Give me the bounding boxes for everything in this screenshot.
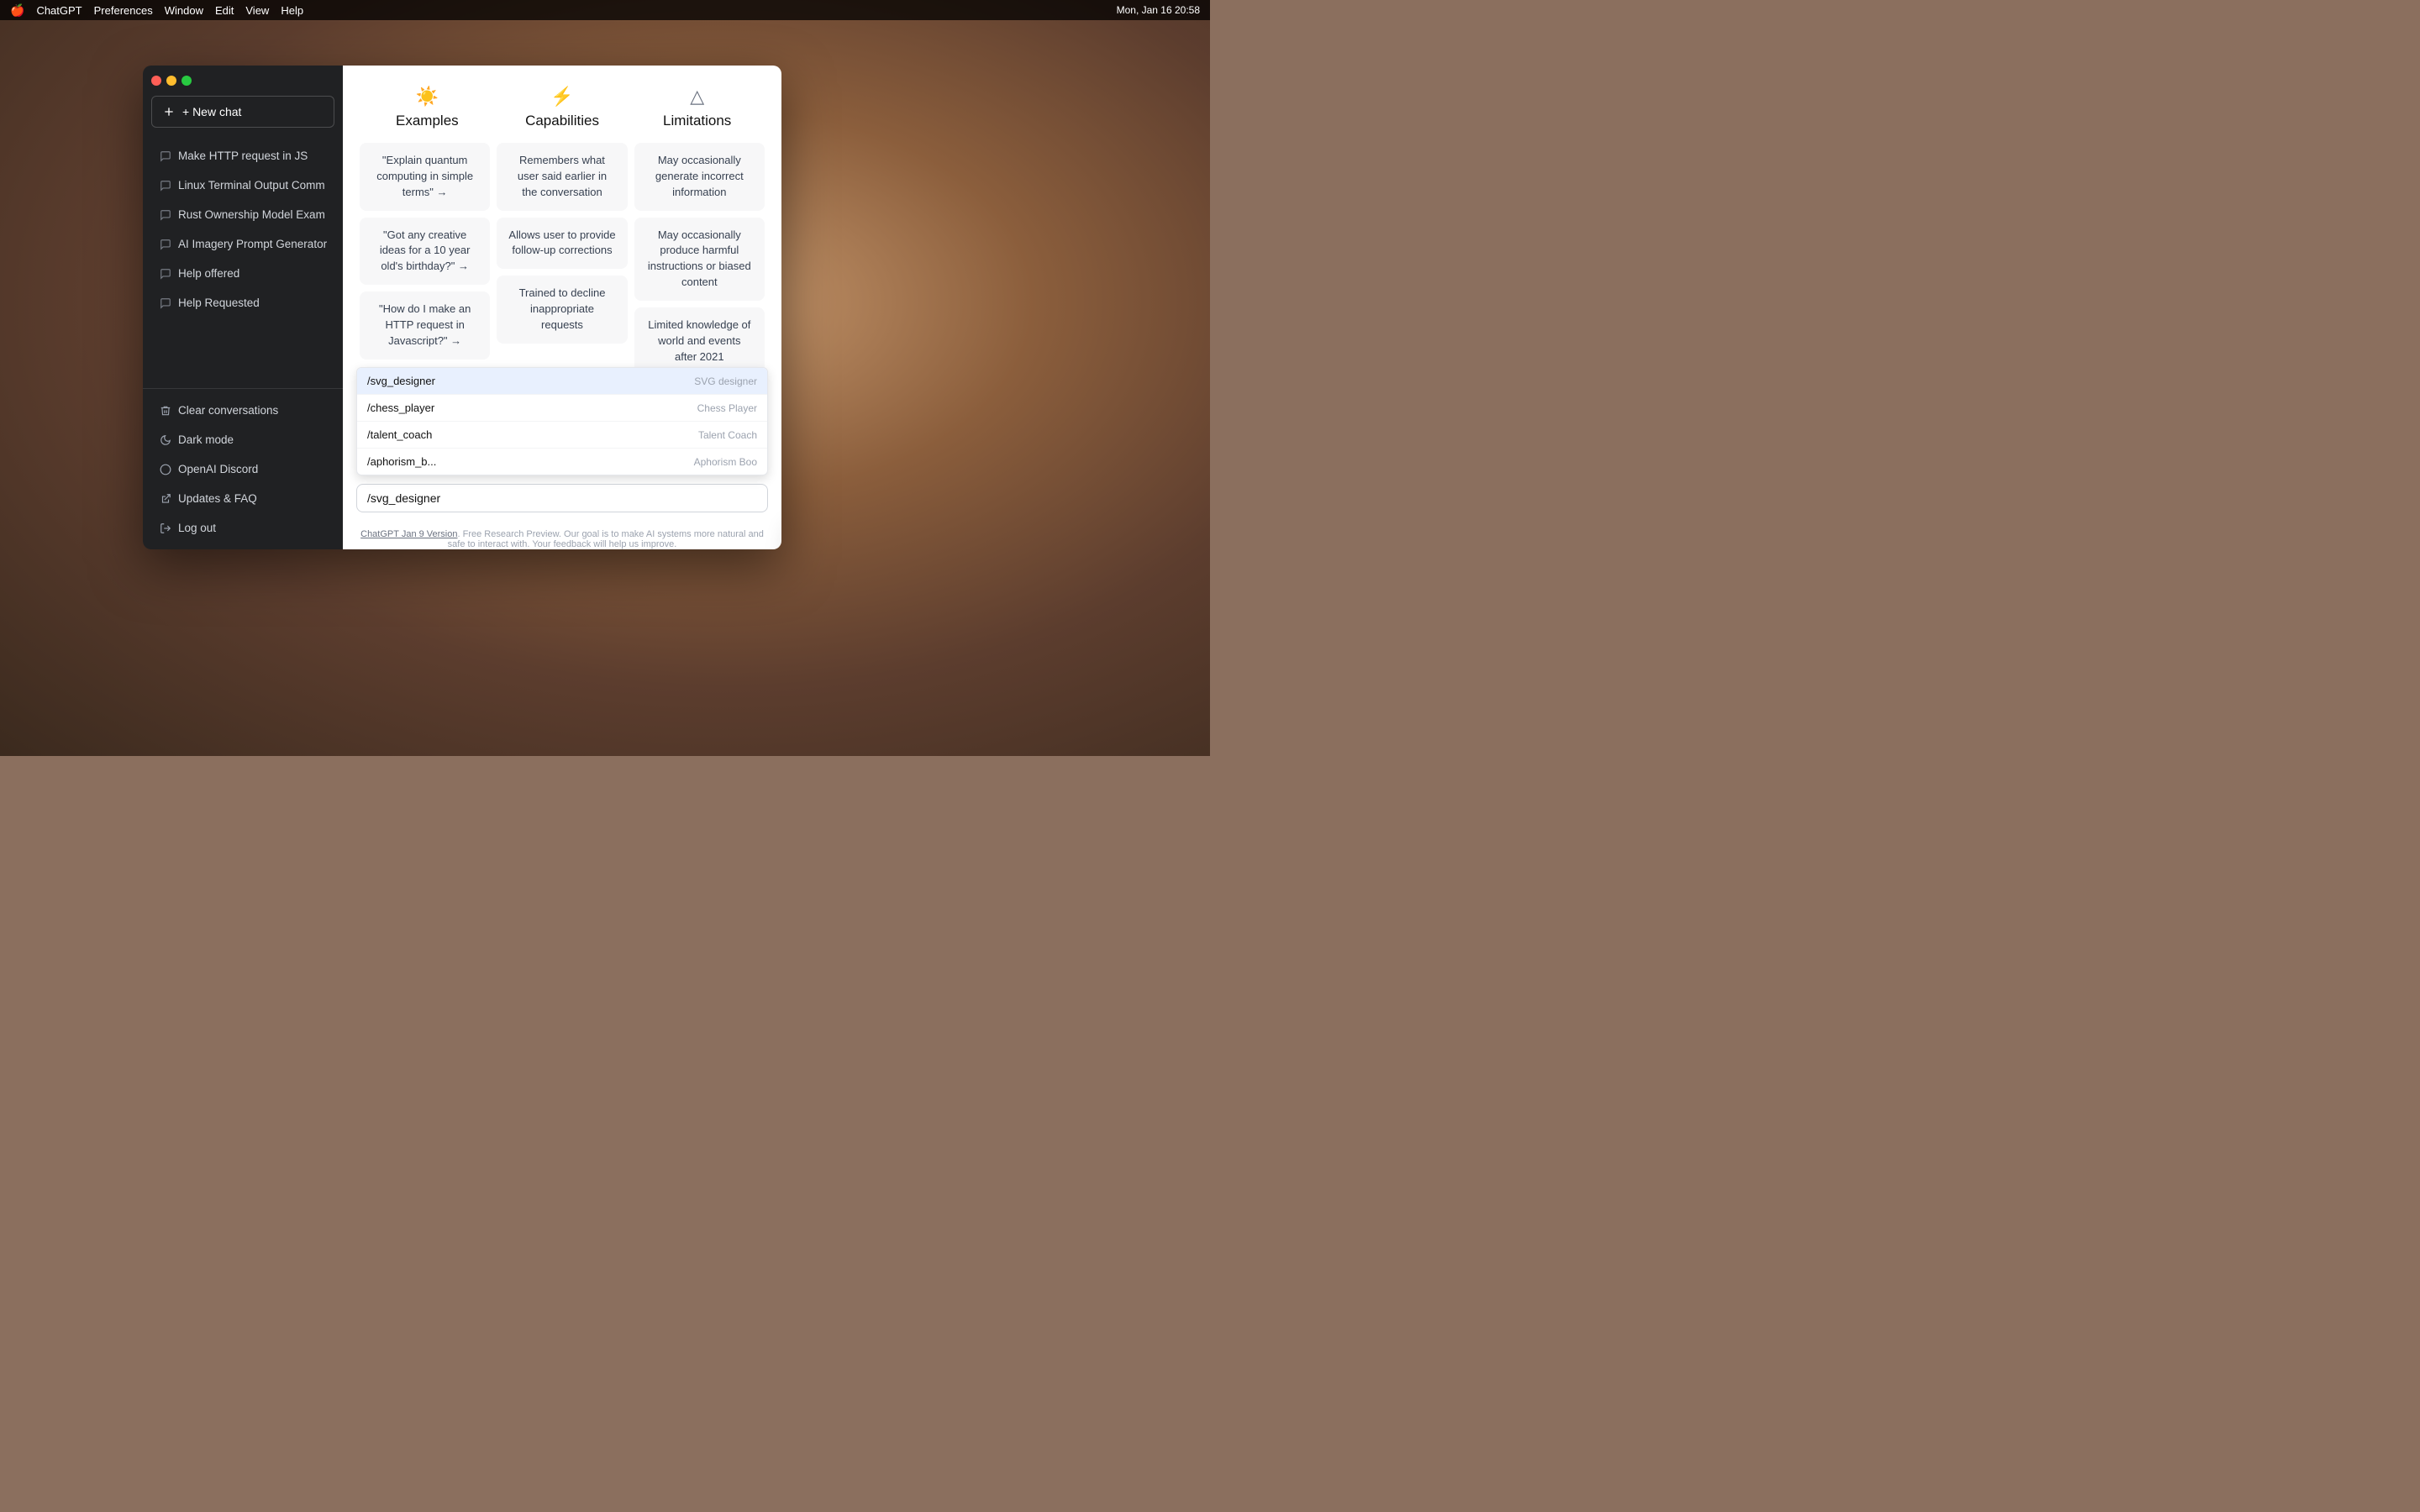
autocomplete-desc-1: SVG designer bbox=[694, 375, 757, 387]
discord-button[interactable]: OpenAI Discord bbox=[150, 454, 336, 484]
autocomplete-item-svg[interactable]: /svg_designer SVG designer bbox=[357, 368, 767, 395]
limitation-card-1: May occasionally generate incorrect info… bbox=[634, 143, 765, 211]
external-link-icon bbox=[160, 493, 171, 505]
menu-view[interactable]: View bbox=[245, 4, 269, 17]
input-area: /svg_designer SVG designer /chess_player… bbox=[343, 477, 781, 522]
chat-icon bbox=[160, 150, 171, 162]
sidebar-item-help-offered[interactable]: Help offered bbox=[150, 259, 336, 288]
autocomplete-cmd-1: /svg_designer bbox=[367, 375, 435, 387]
sidebar-item-label: Make HTTP request in JS bbox=[178, 150, 308, 162]
autocomplete-desc-3: Talent Coach bbox=[698, 429, 757, 441]
limitation-card-2: May occasionally produce harmful instruc… bbox=[634, 218, 765, 301]
columns-body: "Explain quantum computing in simple ter… bbox=[360, 143, 765, 375]
capabilities-column: Remembers what user said earlier in the … bbox=[497, 143, 627, 375]
menu-window[interactable]: Window bbox=[165, 4, 203, 17]
capability-card-2: Allows user to provide follow-up correct… bbox=[497, 218, 627, 270]
limitations-column-header: △ Limitations bbox=[629, 86, 765, 129]
clear-conversations-button[interactable]: Clear conversations bbox=[150, 396, 336, 425]
chat-icon-6 bbox=[160, 297, 171, 309]
menubar: 🍎 ChatGPT Preferences Window Edit View H… bbox=[0, 0, 1210, 20]
sidebar-item-ai-imagery[interactable]: AI Imagery Prompt Generator bbox=[150, 229, 336, 259]
minimize-button[interactable] bbox=[166, 76, 176, 86]
logout-button[interactable]: Log out bbox=[150, 513, 336, 543]
apple-logo-icon: 🍎 bbox=[10, 3, 24, 18]
window-controls bbox=[151, 76, 334, 86]
chat-input[interactable] bbox=[367, 491, 757, 505]
trash-icon bbox=[160, 405, 171, 417]
menu-help[interactable]: Help bbox=[281, 4, 303, 17]
autocomplete-item-chess[interactable]: /chess_player Chess Player bbox=[357, 395, 767, 422]
autocomplete-item-aphorism[interactable]: /aphorism_b... Aphorism Boo bbox=[357, 449, 767, 475]
app-name: ChatGPT bbox=[36, 4, 82, 17]
sidebar-items: Make HTTP request in JS Linux Terminal O… bbox=[143, 138, 343, 388]
chat-icon-4 bbox=[160, 239, 171, 250]
example-card-3[interactable]: "How do I make an HTTP request in Javasc… bbox=[360, 291, 490, 360]
autocomplete-cmd-3: /talent_coach bbox=[367, 428, 432, 441]
logout-label: Log out bbox=[178, 522, 216, 534]
logout-icon bbox=[160, 522, 171, 534]
capability-card-3: Trained to decline inappropriate request… bbox=[497, 276, 627, 344]
example-card-1[interactable]: "Explain quantum computing in simple ter… bbox=[360, 143, 490, 211]
sidebar-item-label-6: Help Requested bbox=[178, 297, 260, 309]
autocomplete-item-talent[interactable]: /talent_coach Talent Coach bbox=[357, 422, 767, 449]
maximize-button[interactable] bbox=[182, 76, 192, 86]
sidebar-item-label-5: Help offered bbox=[178, 267, 239, 280]
autocomplete-dropdown: /svg_designer SVG designer /chess_player… bbox=[356, 367, 768, 475]
sidebar-footer: Clear conversations Dark mode OpenAI Dis… bbox=[143, 388, 343, 549]
autocomplete-desc-2: Chess Player bbox=[697, 402, 757, 414]
lightning-icon: ⚡ bbox=[550, 86, 573, 108]
close-button[interactable] bbox=[151, 76, 161, 86]
new-chat-label: + New chat bbox=[182, 105, 241, 118]
sidebar-item-label-4: AI Imagery Prompt Generator bbox=[178, 238, 327, 250]
menu-preferences[interactable]: Preferences bbox=[94, 4, 153, 17]
sidebar-item-make-http[interactable]: Make HTTP request in JS bbox=[150, 141, 336, 171]
sidebar-item-label-3: Rust Ownership Model Exam bbox=[178, 208, 325, 221]
footer-link[interactable]: ChatGPT Jan 9 Version bbox=[360, 529, 457, 539]
updates-faq-label: Updates & FAQ bbox=[178, 492, 257, 505]
footer-description: . Free Research Preview. Our goal is to … bbox=[448, 529, 764, 549]
warning-icon: △ bbox=[690, 86, 704, 108]
clear-conversations-label: Clear conversations bbox=[178, 404, 278, 417]
examples-column: "Explain quantum computing in simple ter… bbox=[360, 143, 490, 375]
sidebar: + New chat Make HTTP request in JS Linux… bbox=[143, 66, 343, 549]
footer-text: ChatGPT Jan 9 Version. Free Research Pre… bbox=[343, 529, 781, 549]
discord-label: OpenAI Discord bbox=[178, 463, 258, 475]
sidebar-header: + New chat bbox=[143, 66, 343, 138]
chat-icon-3 bbox=[160, 209, 171, 221]
discord-icon bbox=[160, 464, 171, 475]
sidebar-item-label-2: Linux Terminal Output Comm bbox=[178, 179, 325, 192]
limitations-title: Limitations bbox=[663, 113, 731, 129]
columns-header: ☀️ Examples ⚡ Capabilities △ Limitations bbox=[360, 86, 765, 129]
chat-icon-2 bbox=[160, 180, 171, 192]
autocomplete-cmd-2: /chess_player bbox=[367, 402, 434, 414]
autocomplete-cmd-4: /aphorism_b... bbox=[367, 455, 436, 468]
capabilities-title: Capabilities bbox=[525, 113, 599, 129]
menubar-right: Mon, Jan 16 20:58 bbox=[1117, 4, 1200, 16]
new-chat-button[interactable]: + New chat bbox=[151, 96, 334, 128]
menu-edit[interactable]: Edit bbox=[215, 4, 234, 17]
sidebar-item-help-requested[interactable]: Help Requested bbox=[150, 288, 336, 318]
plus-icon bbox=[162, 105, 176, 118]
menubar-left: 🍎 ChatGPT Preferences Window Edit View H… bbox=[10, 3, 303, 18]
capability-card-1: Remembers what user said earlier in the … bbox=[497, 143, 627, 211]
chat-input-wrapper bbox=[356, 484, 768, 512]
sidebar-item-linux[interactable]: Linux Terminal Output Comm bbox=[150, 171, 336, 200]
limitation-card-3: Limited knowledge of world and events af… bbox=[634, 307, 765, 375]
app-window: + New chat Make HTTP request in JS Linux… bbox=[143, 66, 781, 549]
dark-mode-label: Dark mode bbox=[178, 433, 234, 446]
examples-title: Examples bbox=[396, 113, 459, 129]
chat-icon-5 bbox=[160, 268, 171, 280]
main-content: ☀️ Examples ⚡ Capabilities △ Limitations… bbox=[343, 66, 781, 549]
autocomplete-desc-4: Aphorism Boo bbox=[694, 456, 757, 468]
menubar-time: Mon, Jan 16 20:58 bbox=[1117, 4, 1200, 16]
sidebar-item-rust[interactable]: Rust Ownership Model Exam bbox=[150, 200, 336, 229]
sun-icon: ☀️ bbox=[416, 86, 439, 108]
limitations-column: May occasionally generate incorrect info… bbox=[634, 143, 765, 375]
example-card-2[interactable]: "Got any creative ideas for a 10 year ol… bbox=[360, 218, 490, 286]
moon-icon bbox=[160, 434, 171, 446]
dark-mode-button[interactable]: Dark mode bbox=[150, 425, 336, 454]
examples-column-header: ☀️ Examples bbox=[360, 86, 495, 129]
updates-faq-button[interactable]: Updates & FAQ bbox=[150, 484, 336, 513]
capabilities-column-header: ⚡ Capabilities bbox=[495, 86, 630, 129]
